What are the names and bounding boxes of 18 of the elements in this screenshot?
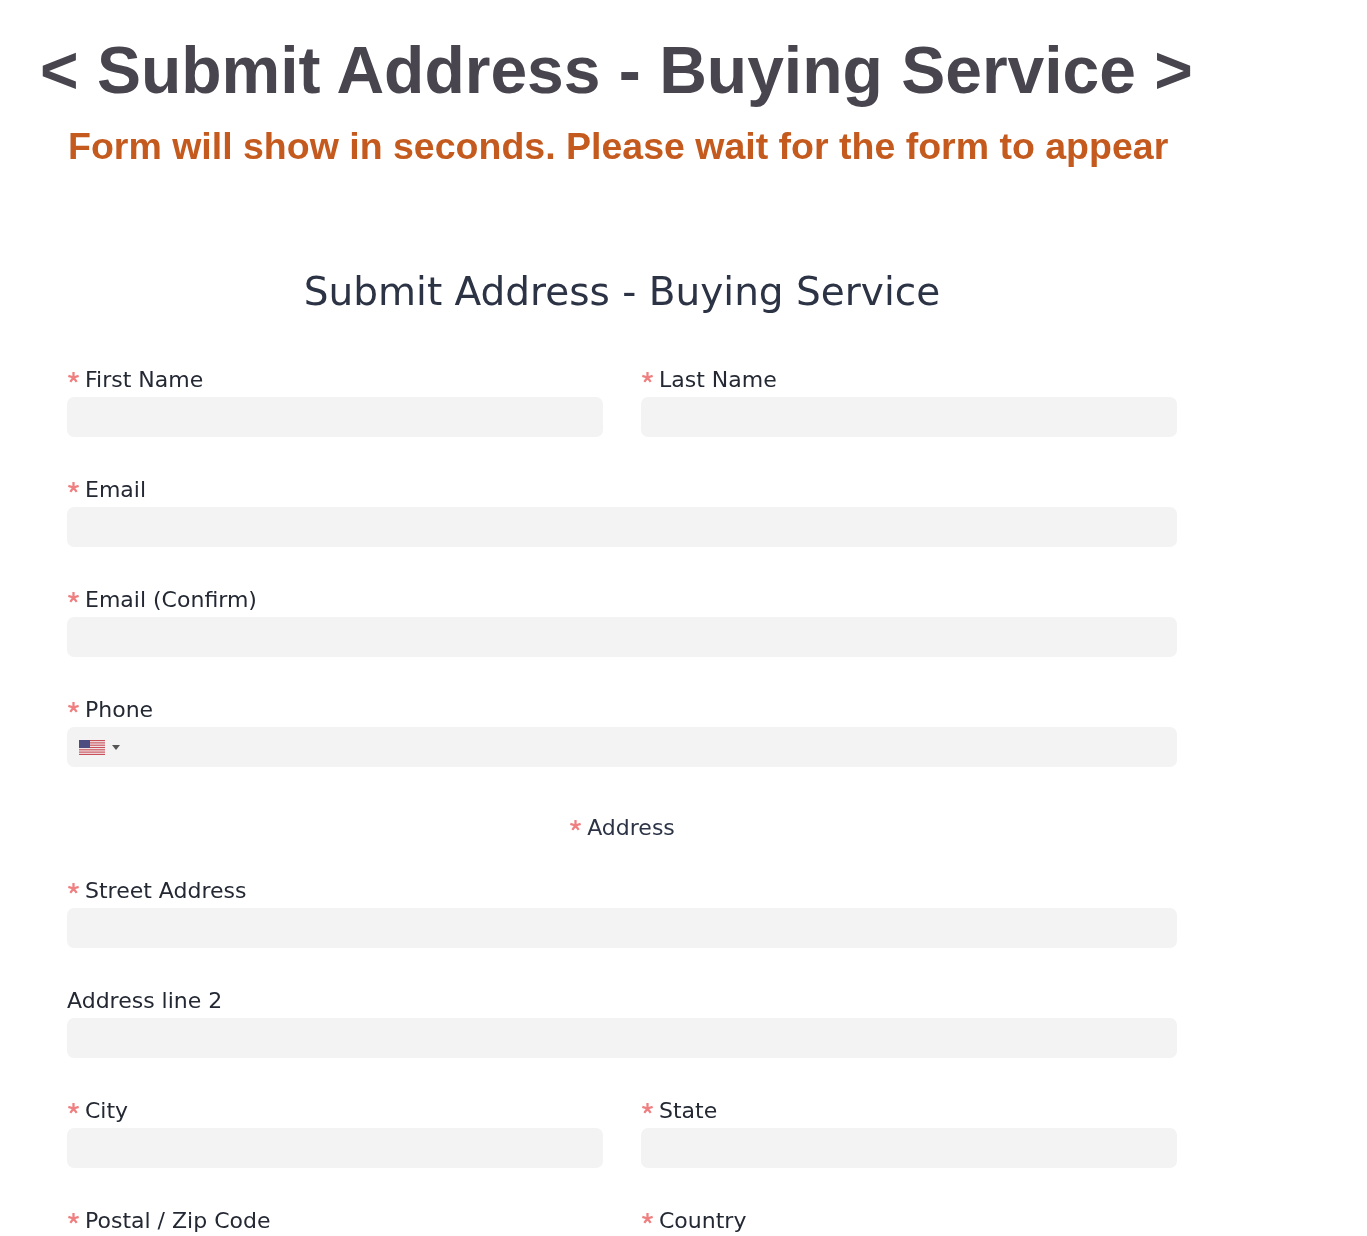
field-label: Phone [85, 698, 154, 722]
field-label: State [659, 1099, 718, 1123]
field-label: Email [85, 478, 147, 502]
phone-field[interactable] [67, 727, 1177, 767]
field-label: Postal / Zip Code [85, 1209, 271, 1233]
notice-text: Form will show in seconds. Please wait for the form to appear [68, 125, 1170, 168]
field-label: Last Name [659, 368, 777, 392]
caret-icon[interactable] [112, 744, 120, 750]
field-label: First Name [85, 368, 204, 392]
field-label: City [85, 1099, 129, 1123]
field-label: Address line 2 [67, 989, 223, 1013]
field-label: Email (Confirm) [85, 588, 257, 612]
field-label: Street Address [85, 879, 247, 903]
field-label: Country [659, 1209, 747, 1233]
flag-icon[interactable] [79, 739, 105, 755]
section-label: Address [587, 816, 675, 840]
page-heading: < Submit Address - Buying Service > [40, 32, 1194, 108]
form-title: Submit Address - Buying Service [302, 268, 942, 315]
